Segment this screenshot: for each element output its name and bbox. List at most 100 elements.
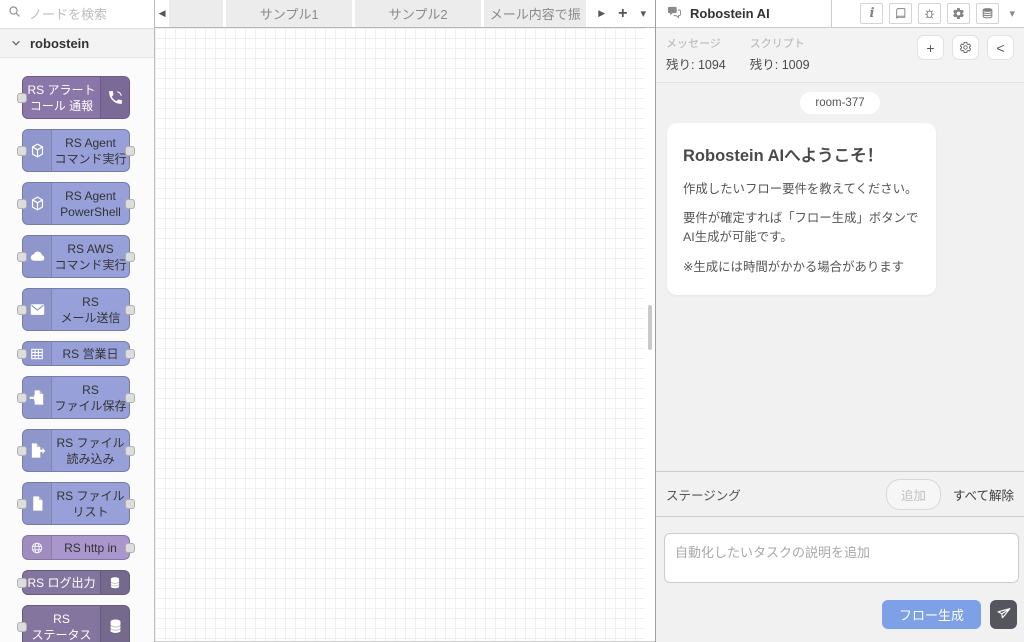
- canvas-scrollbar-thumb[interactable]: [648, 305, 652, 350]
- palette-node[interactable]: RS ファイルリスト: [22, 482, 130, 525]
- scroll-tabs-right-button[interactable]: ▶: [598, 8, 605, 19]
- node-input-port: [17, 199, 27, 209]
- chat-settings-button[interactable]: [952, 35, 979, 60]
- database-icon: [100, 571, 129, 594]
- palette-node[interactable]: RSファイル保存: [22, 376, 130, 419]
- workspace-tab[interactable]: サンプル2: [355, 0, 481, 27]
- quota-bar: メッセージ 残り: 1094 スクリプト 残り: 1009 + <: [656, 28, 1024, 83]
- add-flow-button[interactable]: +: [618, 5, 627, 23]
- palette-node[interactable]: RS アラートコール 通報: [22, 76, 130, 119]
- node-input-port: [17, 446, 27, 456]
- generate-flow-button[interactable]: フロー生成: [882, 600, 981, 629]
- file-icon: [23, 483, 52, 524]
- message-quota: メッセージ 残り: 1094: [666, 35, 726, 73]
- info-button[interactable]: i: [860, 3, 883, 24]
- welcome-paragraph: ※生成には時間がかかる場合があります: [683, 258, 920, 277]
- node-output-port: [125, 499, 135, 509]
- workspace-tab[interactable]: メール内容で振: [484, 0, 586, 27]
- welcome-title: Robostein AIへようこそ！: [683, 142, 920, 166]
- message-quota-value: 残り: 1094: [666, 54, 726, 73]
- context-data-button[interactable]: [976, 3, 999, 24]
- node-input-port: [17, 349, 27, 359]
- node-input-port: [17, 146, 27, 156]
- help-book-button[interactable]: [889, 3, 912, 24]
- panel-menu-caret-button[interactable]: ▾: [1005, 7, 1019, 20]
- workspace-tab[interactable]: サンプル1: [226, 0, 352, 27]
- node-output-port: [125, 446, 135, 456]
- node-output-port: [125, 146, 135, 156]
- welcome-paragraph: 要件が確定すれば「フロー生成」ボタンでAI生成が可能です。: [683, 209, 920, 247]
- robostein-ai-panel: Robostein AI i ▾ メッセージ 残り: 1094 スクリプト 残り…: [655, 0, 1024, 642]
- message-quota-label: メッセージ: [666, 35, 726, 51]
- node-label: RS ログ出力: [23, 571, 100, 594]
- flow-editor: ◀ サンプル1サンプル2メール内容で振 ▶ + ▾: [155, 0, 655, 642]
- node-output-port: [125, 305, 135, 315]
- node-input-port: [17, 252, 27, 262]
- task-description-input[interactable]: [664, 533, 1019, 583]
- palette-node[interactable]: RS AWSコマンド実行: [22, 235, 130, 278]
- palette-search-row: [0, 0, 154, 29]
- search-input[interactable]: [27, 6, 146, 23]
- staging-clear-all-button[interactable]: すべて解除: [953, 485, 1014, 504]
- palette-node[interactable]: RS ログ出力: [22, 570, 130, 595]
- node-label: RSファイル保存: [52, 377, 129, 418]
- canvas-scrollbar-track: [645, 28, 655, 641]
- palette-node[interactable]: RS http in: [22, 535, 130, 560]
- category-label: robostein: [30, 36, 89, 51]
- node-output-port: [125, 252, 135, 262]
- sidebar-header: Robostein AI i ▾: [656, 0, 1024, 28]
- cube-icon: [23, 183, 52, 224]
- paper-plane-icon: [996, 606, 1011, 624]
- welcome-message-card: Robostein AIへようこそ！ 作成したいフロー要件を教えてください。 要…: [667, 123, 936, 295]
- script-quota: スクリプト 残り: 1009: [750, 35, 810, 73]
- chat-area: room-377 Robostein AIへようこそ！ 作成したいフロー要件を教…: [656, 83, 1024, 471]
- flow-list-caret-button[interactable]: ▾: [640, 7, 646, 20]
- globe-icon: [23, 536, 52, 559]
- search-icon: [8, 5, 21, 23]
- chat-bubbles-icon: [667, 5, 682, 23]
- scroll-tabs-left-button[interactable]: ◀: [155, 0, 169, 27]
- tab-robostein-ai[interactable]: Robostein AI: [656, 0, 832, 27]
- workspace-tabbar: ◀ サンプル1サンプル2メール内容で振 ▶ + ▾: [155, 0, 655, 28]
- cube-icon: [23, 130, 52, 171]
- palette-category-robostein[interactable]: robostein: [0, 29, 154, 58]
- config-gear-button[interactable]: [947, 3, 970, 24]
- input-actions: フロー生成: [664, 600, 1018, 629]
- node-palette-sidebar: robostein RS アラートコール 通報 RS Agentコマンド実行 RS …: [0, 0, 155, 642]
- node-input-port: [17, 499, 27, 509]
- staging-add-button[interactable]: 追加: [886, 479, 941, 510]
- chat-controls: + <: [917, 35, 1014, 60]
- node-label: RS 営業日: [52, 342, 129, 365]
- workspace-tab[interactable]: [169, 0, 223, 27]
- calendar-icon: [23, 342, 52, 365]
- staging-bar: ステージング 追加 すべて解除: [656, 471, 1024, 517]
- debug-bug-button[interactable]: [918, 3, 941, 24]
- cloud-icon: [23, 236, 52, 277]
- file-read-icon: [23, 430, 52, 471]
- node-input-port: [17, 578, 27, 588]
- script-quota-label: スクリプト: [750, 35, 810, 51]
- script-quota-value: 残り: 1009: [750, 54, 810, 73]
- new-chat-button[interactable]: +: [917, 35, 944, 60]
- staging-label: ステージング: [666, 485, 886, 504]
- palette-node[interactable]: RS AgentPowerShell: [22, 182, 130, 225]
- task-input-area: フロー生成: [656, 517, 1024, 642]
- robostein-app: robostein RS アラートコール 通報 RS Agentコマンド実行 RS …: [0, 0, 1024, 642]
- palette-node[interactable]: RSメール送信: [22, 288, 130, 331]
- palette-node[interactable]: RS Agentコマンド実行: [22, 129, 130, 172]
- palette-node[interactable]: RS ファイル読み込み: [22, 429, 130, 472]
- node-input-port: [17, 622, 27, 632]
- flow-canvas[interactable]: [155, 28, 645, 641]
- send-button[interactable]: [990, 600, 1017, 629]
- palette-node[interactable]: RSステータス: [22, 605, 130, 642]
- room-badge: room-377: [800, 92, 879, 114]
- node-label: RS AgentPowerShell: [52, 183, 129, 224]
- node-label: RS Agentコマンド実行: [52, 130, 129, 171]
- collapse-panel-button[interactable]: <: [987, 35, 1014, 60]
- workspace-tabs: サンプル1サンプル2メール内容で振: [169, 0, 589, 27]
- node-label: RSメール送信: [52, 289, 129, 330]
- node-label: RS AWSコマンド実行: [52, 236, 129, 277]
- node-label: RS アラートコール 通報: [23, 77, 100, 118]
- palette-node[interactable]: RS 営業日: [22, 341, 130, 366]
- chevron-down-icon: [11, 36, 21, 51]
